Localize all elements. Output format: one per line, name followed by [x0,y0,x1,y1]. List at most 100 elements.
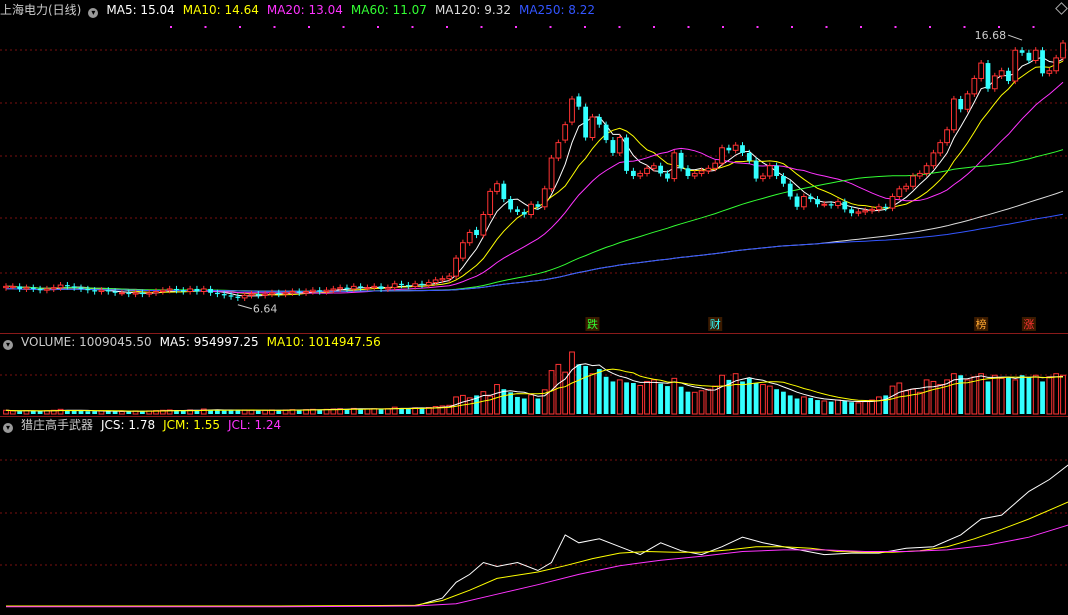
candle-body [64,285,70,287]
volume-bar [889,385,896,415]
volume-bar [869,399,875,415]
volume-bar [85,411,91,414]
volume-legend-title: VOLUME: 1009045.50 [21,335,152,349]
signal-dot [411,26,414,28]
candle-body [480,214,487,236]
candle-body [1060,42,1066,59]
candle-body [555,142,562,159]
candle-body [794,196,800,207]
candle-body [228,295,234,297]
candle-body [23,287,30,290]
legend-item: MA10: 1014947.56 [266,335,381,349]
candle-body [317,290,323,292]
jcl-line [6,524,1068,608]
candle-body [726,147,732,151]
candle-body [309,289,316,293]
candle-body [951,98,957,131]
candle-body [1046,70,1053,74]
candle-body [616,137,623,154]
candle-body [78,287,84,289]
chevron-down-icon[interactable]: ▾ [3,340,13,350]
candle-body [98,289,105,293]
volume-bar [971,376,978,415]
candle-body [494,183,500,192]
candle-body [1040,50,1045,74]
candle-body [774,165,779,176]
event-tag: 涨 [1023,318,1034,331]
volume-bar [760,384,766,415]
event-tag: 财 [710,317,721,331]
candle-body [760,175,766,180]
candle-body [364,287,371,290]
candle-body [665,173,670,179]
volume-bar [991,374,998,415]
candle-body [371,285,378,289]
candle-body [937,142,944,154]
candle-body [289,291,296,294]
candle-body [583,106,589,138]
volume-bar [1060,374,1066,415]
volume-bar [658,383,664,414]
candle-body [508,199,514,210]
volume-bar [916,391,923,415]
legend-item: MA20: 13.04 [266,3,343,17]
volume-bar [105,411,111,414]
ma10-line [6,60,1064,296]
candle-body [991,75,998,90]
candle-body [344,287,350,289]
candle-body [781,176,786,184]
candle-body [930,152,937,167]
candle-body [1053,57,1060,72]
candle-body [732,144,739,151]
candle-body [1006,70,1011,82]
signal-dot [722,26,724,28]
candle-body [896,188,903,198]
volume-bar [815,400,820,414]
signal-dot [170,26,172,28]
volume-bar [998,377,1005,415]
volume-bar [603,376,609,414]
candle-body [474,229,479,236]
candle-body [637,172,644,177]
volume-bar [766,385,773,415]
signal-dot [894,26,897,28]
ma5-line [6,56,1064,297]
candle-body [460,242,466,259]
signal-dot [825,26,828,28]
candle-body [1032,49,1039,61]
chevron-down-icon[interactable]: ▾ [88,8,99,18]
legend-item: JCL: 1.24 [228,418,282,432]
volume-bar [508,392,514,414]
signal-dot [204,26,207,28]
candle-body [37,288,43,291]
high-label: 16.68 [975,29,1007,42]
ma250-line [6,213,1064,292]
candle-body [119,292,125,295]
main-legend-title: 上海电力(日线) [0,3,82,17]
event-tag: 榜 [976,317,987,331]
volume-bar [842,400,848,414]
chevron-down-icon[interactable]: ▾ [3,423,13,433]
low-label: 6.64 [253,303,278,316]
volume-bar [794,398,800,414]
stock-chart[interactable]: 16.68 6.64 跌 财 榜 涨 [0,0,1068,615]
indicator-legend: ▾ 猎庄高手武器 JCS: 1.78 JCM: 1.55 JCL: 1.24 [0,416,297,434]
candle-body [132,292,139,295]
candle-body [405,285,411,287]
signal-dot [1032,26,1035,28]
candle-body [255,294,261,296]
candle-body [487,190,494,215]
candle-body [57,284,64,289]
volume-bar [753,383,759,414]
volume-bar [828,401,834,414]
volume-bar [71,410,77,414]
volume-bar [17,411,23,414]
candle-body [835,201,841,207]
high-marker [1007,34,1023,41]
event-tag: 跌 [587,317,598,331]
candle-body [821,203,828,206]
volume-bar [405,408,411,414]
candle-body [541,188,548,208]
candle-body [44,288,50,291]
candle-body [296,291,302,293]
